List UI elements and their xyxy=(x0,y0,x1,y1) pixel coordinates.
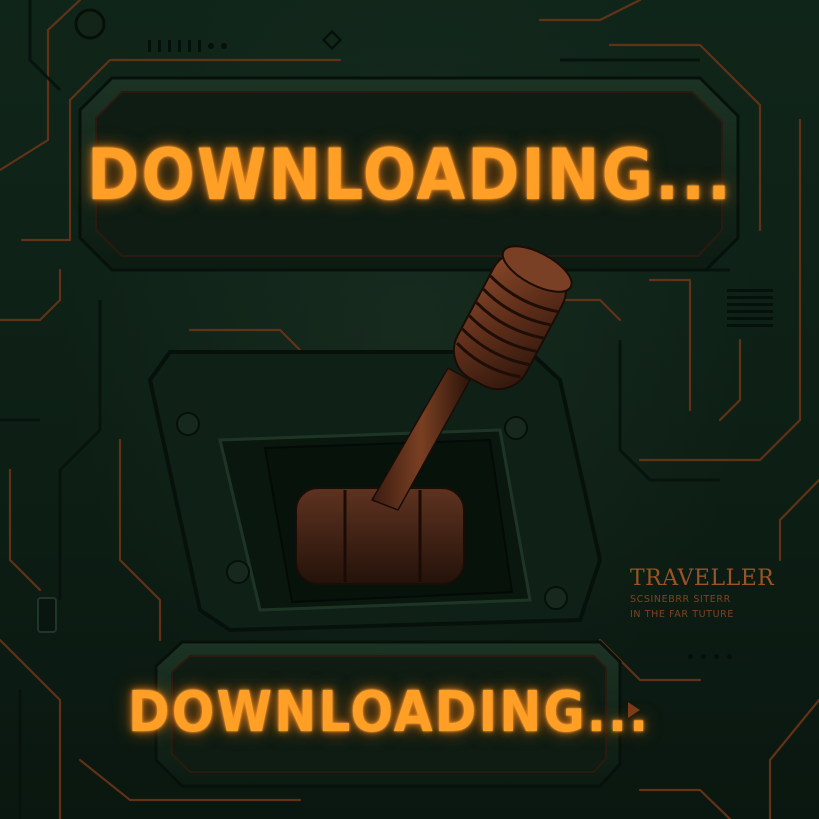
brand-title: TRAVELLER xyxy=(630,566,775,591)
download-lever[interactable] xyxy=(290,240,590,590)
brand-subtitle-line2: IN THE FAR TUTURE xyxy=(630,609,734,620)
indicator-dots xyxy=(688,654,732,659)
control-panel: DOWNLOADING... DOWNLOADING... TRAVELLER … xyxy=(0,0,819,819)
vent-icon xyxy=(148,40,227,52)
secondary-status-display: DOWNLOADING... xyxy=(127,680,651,745)
grille-icon xyxy=(727,289,773,335)
brand-subtitle-line1: SCSINEBRR SITERR xyxy=(630,594,731,605)
download-status-display: DOWNLOADING... xyxy=(87,134,733,216)
brand-label: TRAVELLER SCSINEBRR SITERR IN THE FAR TU… xyxy=(630,566,790,621)
